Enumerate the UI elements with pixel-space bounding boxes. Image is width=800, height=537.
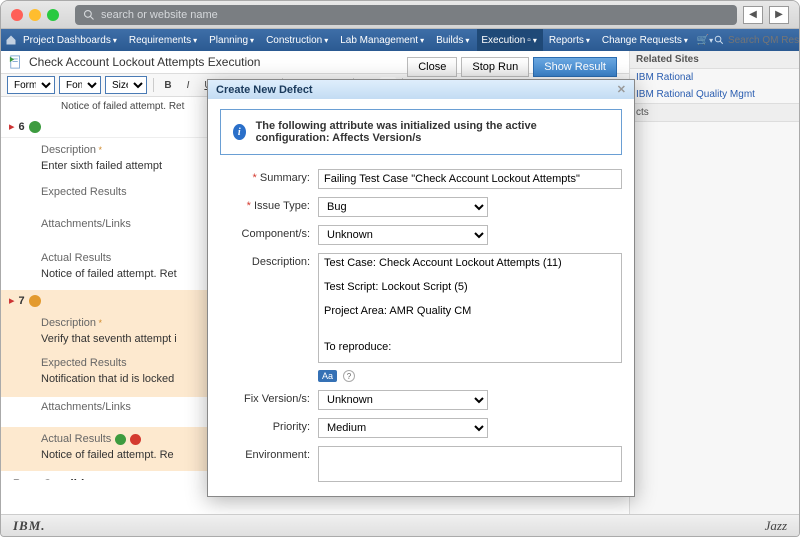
menu-reports[interactable]: Reports▾ [545,29,596,51]
fix-versions-select[interactable]: Unknown [318,390,488,410]
menu-change-requests[interactable]: Change Requests▾ [598,29,694,51]
info-text: The following attribute was initialized … [256,120,609,144]
nav-fwd-button[interactable]: ▶ [769,6,789,24]
right-sidebar: Related Sites IBM Rational IBM Rational … [629,51,799,514]
dialog-title: Create New Defect [216,84,313,96]
action-button-row: Close Stop Run Show Result [399,53,625,81]
brand-ibm: IBM. [13,518,46,534]
search-qm-input[interactable] [728,35,800,46]
description-textarea[interactable] [318,253,622,363]
close-button[interactable]: Close [407,57,457,77]
info-banner: i The following attribute was initialize… [220,109,622,155]
summary-label: Summary: [260,172,310,184]
marker-icon: ▸ [9,294,15,307]
dialog-close-icon[interactable]: ✕ [617,83,626,96]
field-priority: Priority: Medium [220,418,622,438]
text-mode-badge[interactable]: Aa [318,370,337,382]
main-menubar: Project Dashboards▾ Requirements▾ Planni… [1,29,799,51]
stop-run-button[interactable]: Stop Run [461,57,529,77]
dialog-header: Create New Defect ✕ [208,80,634,99]
format-select[interactable]: Format [7,76,55,94]
create-defect-dialog: Create New Defect ✕ i The following attr… [207,79,635,497]
search-icon [83,9,95,21]
size-select[interactable]: Size [105,76,147,94]
field-issue-type: * Issue Type: Bug [220,197,622,217]
search-qm[interactable] [714,35,800,46]
sidebar-cts: cts [630,104,799,122]
cart-icon[interactable]: 🛒▾ [698,33,712,47]
priority-select[interactable]: Medium [318,418,488,438]
field-components: Component/s: Unknown [220,225,622,245]
related-sites-box: Related Sites IBM Rational IBM Rational … [630,51,799,104]
field-fix-versions: Fix Version/s: Unknown [220,390,622,410]
fail-icon[interactable] [130,434,141,445]
bold-icon[interactable]: B [160,77,176,93]
summary-input[interactable] [318,169,622,189]
module-icon: ▫ [527,35,531,46]
components-select[interactable]: Unknown [318,225,488,245]
field-summary: * Summary: [220,169,622,189]
warn-icon [29,295,41,307]
home-icon[interactable] [5,33,17,47]
dialog-body: i The following attribute was initialize… [208,99,634,496]
italic-icon[interactable]: I [180,77,196,93]
step-7-number: 7 [19,295,25,307]
statusbar: IBM. Jazz [1,514,799,536]
description-helper: Aa ? [318,370,622,382]
minimize-window-dot[interactable] [29,9,41,21]
link-ibm-rqm[interactable]: IBM Rational Quality Mgmt [630,86,799,103]
fix-versions-label: Fix Version/s: [244,393,310,405]
address-bar[interactable]: search or website name [75,5,737,25]
issue-type-label: Issue Type: [254,200,310,212]
pass-icon[interactable] [115,434,126,445]
link-ibm-rational[interactable]: IBM Rational [630,69,799,86]
environment-label: Environment: [245,449,310,461]
zoom-window-dot[interactable] [47,9,59,21]
info-icon: i [233,124,246,140]
menu-planning[interactable]: Planning▾ [205,29,260,51]
font-select[interactable]: Font [59,76,101,94]
brand-jazz: Jazz [765,518,787,534]
components-label: Component/s: [242,228,310,240]
description-label: Description: [252,256,310,268]
menu-construction[interactable]: Construction▾ [262,29,334,51]
priority-label: Priority: [273,421,310,433]
step-6-number: 6 [19,121,25,133]
page-title: Check Account Lockout Attempts Execution [29,55,260,69]
pass-icon [29,121,41,133]
close-window-dot[interactable] [11,9,23,21]
environment-textarea[interactable] [318,446,622,482]
menu-lab-management[interactable]: Lab Management▾ [336,29,430,51]
execution-doc-icon [9,55,23,69]
field-description: Description: Aa ? [220,253,622,382]
app-window: search or website name ◀ ▶ Project Dashb… [0,0,800,537]
field-environment: Environment: [220,446,622,485]
related-sites-heading: Related Sites [630,51,799,69]
menu-builds[interactable]: Builds▾ [432,29,475,51]
marker-icon: ▸ [9,120,15,133]
search-icon [714,35,724,45]
show-result-button[interactable]: Show Result [533,57,617,77]
issue-type-select[interactable]: Bug [318,197,488,217]
menu-requirements[interactable]: Requirements▾ [125,29,203,51]
os-titlebar: search or website name ◀ ▶ [1,1,799,29]
address-placeholder: search or website name [101,9,218,21]
help-icon[interactable]: ? [343,370,355,382]
menu-execution[interactable]: Execution ▫▾ [477,29,542,51]
nav-back-button[interactable]: ◀ [743,6,763,24]
menu-project-dashboards[interactable]: Project Dashboards▾ [19,29,123,51]
